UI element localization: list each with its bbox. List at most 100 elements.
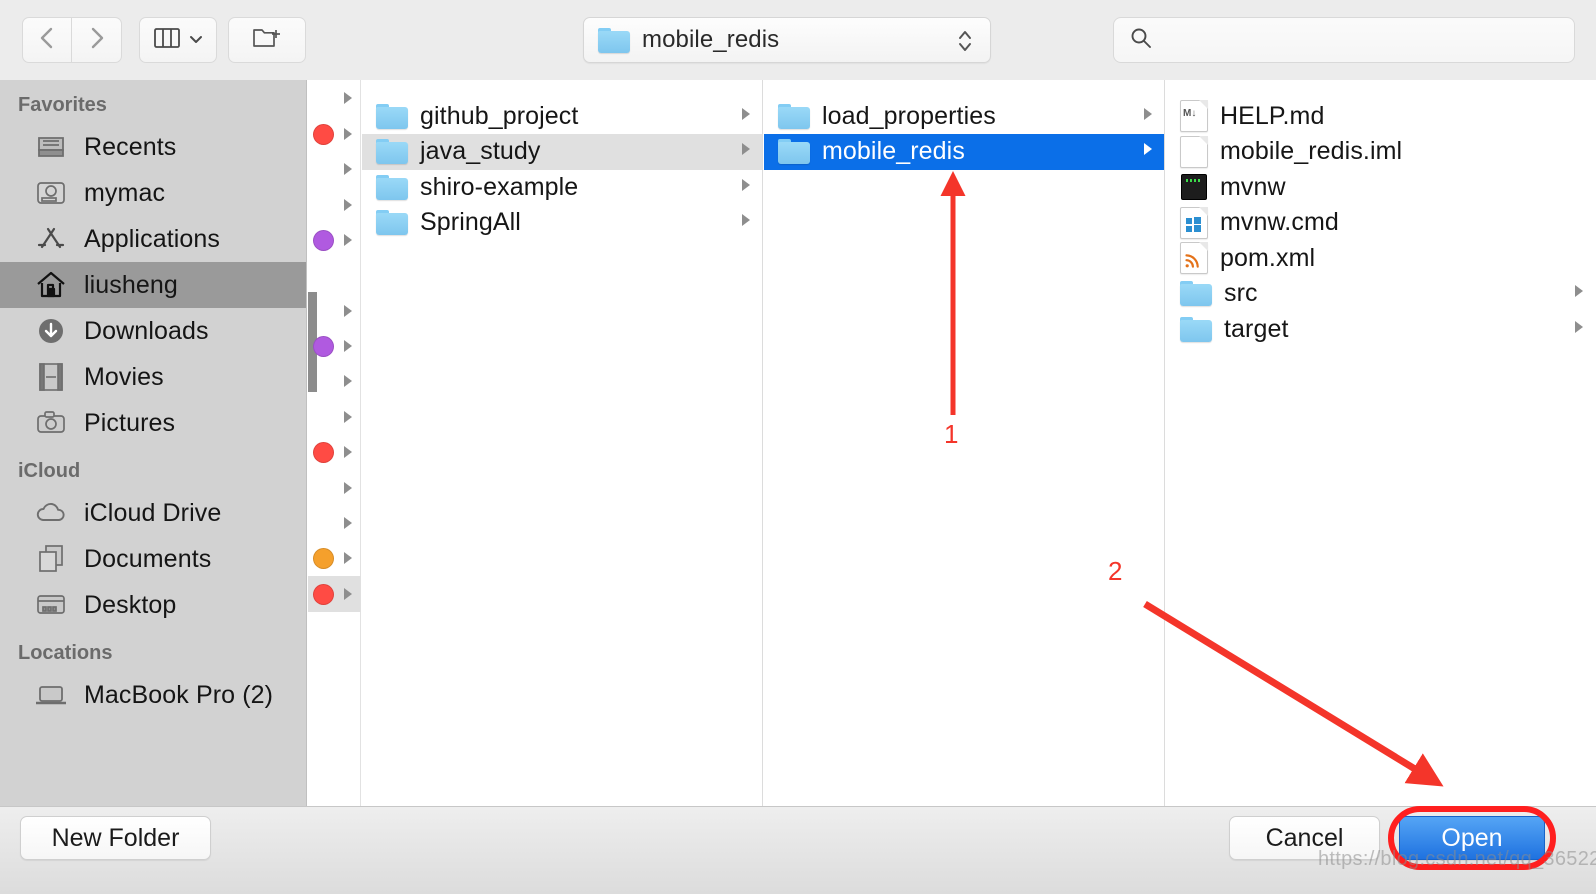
sidebar-item-movies[interactable]: Movies — [0, 354, 306, 400]
previous-column-row[interactable] — [308, 576, 361, 612]
sidebar-item-applications[interactable]: Applications — [0, 216, 306, 262]
disclosure-chevron-icon[interactable] — [1573, 319, 1586, 340]
file-row[interactable]: mvnw — [1166, 169, 1596, 205]
item-name: mobile_redis.iml — [1220, 137, 1403, 165]
applications-icon — [34, 222, 68, 256]
item-name: mvnw — [1220, 172, 1286, 201]
disclosure-chevron-icon[interactable] — [1142, 106, 1155, 127]
disclosure-chevron-icon[interactable] — [342, 409, 355, 425]
search-field[interactable] — [1113, 17, 1575, 63]
folder-icon — [598, 27, 630, 53]
sidebar-item-mymac[interactable]: mymac — [0, 170, 306, 216]
path-popup-button[interactable]: mobile_redis — [583, 17, 991, 63]
previous-column-row[interactable] — [308, 116, 361, 152]
folder-row[interactable]: mobile_redis — [764, 133, 1165, 170]
file-row[interactable]: pom.xml — [1166, 240, 1596, 276]
disclosure-chevron-icon[interactable] — [342, 303, 355, 319]
new-folder-button[interactable]: New Folder — [20, 816, 211, 860]
column-view-button[interactable] — [139, 17, 217, 63]
previous-column-row[interactable] — [308, 470, 361, 506]
previous-column-row[interactable] — [308, 151, 361, 187]
disclosure-chevron-icon[interactable] — [342, 586, 355, 602]
folder-row[interactable]: target — [1166, 311, 1596, 347]
item-name: shiro-example — [420, 172, 579, 201]
disclosure-chevron-icon[interactable] — [342, 338, 355, 354]
disclosure-chevron-icon[interactable] — [342, 232, 355, 248]
pictures-icon — [34, 406, 68, 440]
disclosure-chevron-icon[interactable] — [342, 550, 355, 566]
disclosure-chevron-icon[interactable] — [342, 444, 355, 460]
folder-row[interactable]: shiro-example — [362, 169, 763, 205]
disclosure-chevron-icon[interactable] — [342, 373, 355, 389]
disclosure-chevron-icon[interactable] — [1142, 141, 1155, 162]
sidebar-item-liusheng[interactable]: liusheng — [0, 262, 306, 308]
previous-column-row[interactable] — [308, 328, 361, 364]
disclosure-chevron-icon[interactable] — [342, 126, 355, 142]
laptop-icon — [34, 678, 68, 712]
sidebar[interactable]: Favorites Recents mymac Applications liu… — [0, 80, 307, 806]
sidebar-item-pictures[interactable]: Pictures — [0, 400, 306, 446]
file-row[interactable]: mobile_redis.iml — [1166, 134, 1596, 170]
disclosure-chevron-icon[interactable] — [740, 106, 753, 127]
home-icon — [34, 268, 68, 302]
disclosure-chevron-icon[interactable] — [342, 197, 355, 213]
previous-column-row[interactable] — [308, 80, 361, 116]
previous-column-strip[interactable] — [308, 80, 361, 806]
sidebar-item-downloads[interactable]: Downloads — [0, 308, 306, 354]
new-folder-icon — [252, 26, 282, 55]
disclosure-chevron-icon[interactable] — [342, 90, 355, 106]
executable-file-icon — [1180, 171, 1208, 203]
disclosure-chevron-icon[interactable] — [740, 212, 753, 233]
previous-column-row[interactable] — [308, 505, 361, 541]
sidebar-item-label: Pictures — [84, 408, 176, 437]
sidebar-item-icloud-drive[interactable]: iCloud Drive — [0, 490, 306, 536]
sidebar-item-documents[interactable]: Documents — [0, 536, 306, 582]
file-row[interactable]: mvnw.cmd — [1166, 205, 1596, 241]
disclosure-chevron-icon[interactable] — [342, 161, 355, 177]
previous-column-row[interactable] — [308, 187, 361, 223]
column-3[interactable]: M↓ HELP.md mobile_redis.imlmvnw mvnw.cmd pom… — [1166, 80, 1596, 806]
stepper-icon[interactable] — [956, 27, 974, 60]
previous-column-row[interactable] — [308, 434, 361, 470]
folder-row[interactable]: src — [1166, 276, 1596, 312]
folder-icon — [1180, 281, 1212, 306]
disclosure-chevron-icon[interactable] — [342, 480, 355, 496]
document-file-icon — [1180, 135, 1208, 168]
search-input[interactable] — [1162, 28, 1532, 52]
previous-column-row[interactable] — [308, 222, 361, 258]
sidebar-item-label: Movies — [84, 362, 164, 391]
disclosure-chevron-icon[interactable] — [740, 177, 753, 198]
sidebar-item-label: Downloads — [84, 316, 209, 345]
disclosure-chevron-icon[interactable] — [1573, 283, 1586, 304]
folder-icon — [778, 103, 810, 129]
folder-row[interactable]: github_project — [362, 98, 763, 134]
forward-button[interactable] — [72, 17, 122, 63]
back-icon — [37, 24, 57, 57]
previous-column-row[interactable] — [308, 399, 361, 435]
sidebar-section-favorites-header: Favorites — [18, 94, 107, 116]
previous-column-row[interactable] — [308, 363, 361, 399]
disclosure-chevron-icon[interactable] — [740, 141, 753, 162]
back-button[interactable] — [22, 17, 72, 63]
folder-icon — [1180, 316, 1212, 342]
sidebar-item-recents[interactable]: Recents — [0, 124, 306, 170]
sidebar-item-macbook-pro[interactable]: MacBook Pro (2) — [0, 672, 306, 718]
folder-row[interactable]: load_properties — [764, 98, 1165, 134]
column-2[interactable]: load_properties mobile_redis — [764, 80, 1165, 806]
sidebar-item-desktop[interactable]: Desktop — [0, 582, 306, 628]
column-1[interactable]: github_project java_study shiro-example Spr… — [362, 80, 763, 806]
harddisk-icon — [34, 176, 68, 210]
disclosure-chevron-icon[interactable] — [342, 515, 355, 531]
new-folder-toolbar-button[interactable] — [228, 17, 306, 63]
sidebar-item-label: Desktop — [84, 590, 177, 619]
item-name: pom.xml — [1220, 243, 1316, 272]
file-row[interactable]: M↓ HELP.md — [1166, 98, 1596, 134]
folder-row[interactable]: java_study — [362, 133, 763, 170]
previous-column-row[interactable] — [308, 293, 361, 329]
sidebar-item-label: Recents — [84, 132, 177, 161]
path-popup-value: mobile_redis — [642, 26, 780, 53]
tag-dot-icon — [313, 583, 334, 605]
item-name: src — [1224, 279, 1258, 307]
previous-column-row[interactable] — [308, 540, 361, 576]
folder-row[interactable]: SpringAll — [362, 205, 763, 241]
